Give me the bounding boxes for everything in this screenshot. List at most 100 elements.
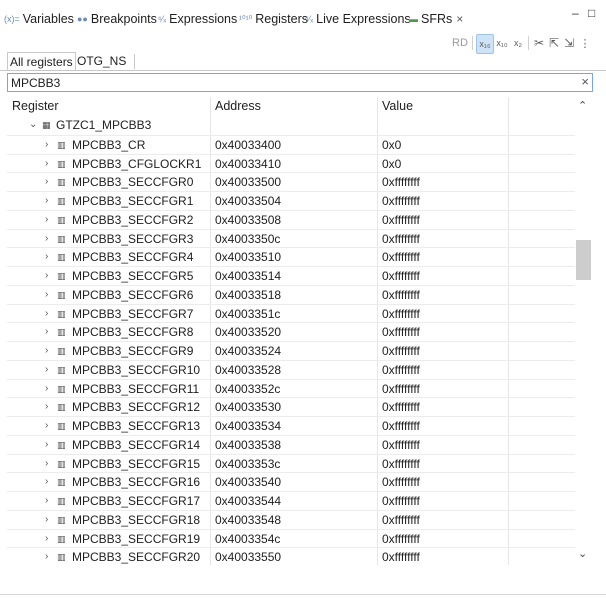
tab-expressions[interactable]: ⁶⁄ₓ Expressions bbox=[158, 11, 237, 27]
chevron-right-icon[interactable]: › bbox=[45, 473, 48, 491]
chevron-right-icon[interactable]: › bbox=[45, 267, 48, 285]
register-value[interactable]: 0xffffffff bbox=[382, 342, 420, 360]
chevron-right-icon[interactable]: › bbox=[45, 286, 48, 304]
table-row[interactable]: › ▥ MPCBB3_SECCFGR19 0x4003354c 0xffffffff bbox=[7, 529, 575, 548]
table-row[interactable]: › ▥ MPCBB3_SECCFGR6 0x40033518 0xffffffff bbox=[7, 285, 575, 304]
chevron-right-icon[interactable]: › bbox=[45, 211, 48, 229]
scroll-up-icon[interactable]: ⌃ bbox=[578, 99, 587, 112]
chevron-right-icon[interactable]: › bbox=[45, 455, 48, 473]
register-value[interactable]: 0xffffffff bbox=[382, 511, 420, 529]
table-row[interactable]: › ▥ MPCBB3_SECCFGR15 0x4003353c 0xffffffff bbox=[7, 454, 575, 473]
table-row[interactable]: › ▥ MPCBB3_SECCFGR5 0x40033514 0xffffffff bbox=[7, 266, 575, 285]
tab-sfrs[interactable]: ▬ SFRs × bbox=[409, 11, 463, 27]
chevron-right-icon[interactable]: › bbox=[45, 192, 48, 210]
chevron-down-icon[interactable]: ⌄ bbox=[29, 116, 37, 134]
read-button[interactable]: RD bbox=[450, 34, 470, 52]
view-menu-icon[interactable]: ⋮ bbox=[579, 34, 591, 52]
chevron-right-icon[interactable]: › bbox=[45, 511, 48, 529]
register-value[interactable]: 0xffffffff bbox=[382, 211, 420, 229]
register-value[interactable]: 0xffffffff bbox=[382, 380, 420, 398]
vertical-scrollbar[interactable]: ⌃ ⌄ bbox=[575, 97, 593, 565]
register-filter-input[interactable] bbox=[8, 74, 574, 91]
table-row[interactable]: › ▥ MPCBB3_SECCFGR12 0x40033530 0xffffffff bbox=[7, 397, 575, 416]
register-value[interactable]: 0xffffffff bbox=[382, 492, 420, 510]
minimize-icon[interactable]: – bbox=[572, 6, 579, 20]
chevron-right-icon[interactable]: › bbox=[45, 136, 48, 154]
register-value[interactable]: 0xffffffff bbox=[382, 473, 420, 491]
table-row[interactable]: › ▥ MPCBB3_SECCFGR2 0x40033508 0xffffffff bbox=[7, 210, 575, 229]
scroll-down-icon[interactable]: ⌄ bbox=[578, 547, 587, 560]
chevron-right-icon[interactable]: › bbox=[45, 230, 48, 248]
chevron-right-icon[interactable]: › bbox=[45, 155, 48, 173]
subtab-otg-ns[interactable]: OTG_NS bbox=[75, 52, 128, 70]
table-row[interactable]: › ▥ MPCBB3_SECCFGR0 0x40033500 0xffffffff bbox=[7, 172, 575, 191]
table-row[interactable]: › ▥ MPCBB3_SECCFGR17 0x40033544 0xffffffff bbox=[7, 491, 575, 510]
chevron-right-icon[interactable]: › bbox=[45, 305, 48, 323]
register-value[interactable]: 0xffffffff bbox=[382, 173, 420, 191]
chevron-right-icon[interactable]: › bbox=[45, 380, 48, 398]
export-icon[interactable]: ⇱ bbox=[547, 34, 561, 52]
table-row[interactable]: › ▥ MPCBB3_SECCFGR13 0x40033534 0xffffffff bbox=[7, 416, 575, 435]
column-header-register[interactable]: Register bbox=[7, 97, 210, 116]
chevron-right-icon[interactable]: › bbox=[45, 323, 48, 341]
tab-variables[interactable]: (x)= Variables bbox=[4, 11, 74, 27]
chevron-right-icon[interactable]: › bbox=[45, 548, 48, 566]
chevron-right-icon[interactable]: › bbox=[45, 361, 48, 379]
register-value[interactable]: 0xffffffff bbox=[382, 267, 420, 285]
chevron-right-icon[interactable]: › bbox=[45, 173, 48, 191]
register-value[interactable]: 0xffffffff bbox=[382, 361, 420, 379]
table-row[interactable]: › ▥ MPCBB3_CR 0x40033400 0x0 bbox=[7, 135, 575, 154]
table-row[interactable]: › ▥ MPCBB3_SECCFGR10 0x40033528 0xffffffff bbox=[7, 360, 575, 379]
table-row[interactable]: › ▥ MPCBB3_SECCFGR1 0x40033504 0xffffffff bbox=[7, 191, 575, 210]
column-header-value[interactable]: Value bbox=[377, 97, 504, 116]
tab-live-expressions[interactable]: ⁶⁄ₓ Live Expressions bbox=[305, 11, 411, 27]
register-value[interactable]: 0xffffffff bbox=[382, 248, 420, 266]
register-value[interactable]: 0xffffffff bbox=[382, 455, 420, 473]
register-value[interactable]: 0xffffffff bbox=[382, 305, 420, 323]
register-value[interactable]: 0x0 bbox=[382, 155, 401, 173]
register-value[interactable]: 0xffffffff bbox=[382, 417, 420, 435]
table-row[interactable]: › ▥ MPCBB3_SECCFGR3 0x4003350c 0xffffffff bbox=[7, 229, 575, 248]
close-tab-icon[interactable]: × bbox=[456, 12, 463, 26]
chevron-right-icon[interactable]: › bbox=[45, 398, 48, 416]
table-row[interactable]: › ▥ MPCBB3_SECCFGR8 0x40033520 0xffffffff bbox=[7, 322, 575, 341]
table-row[interactable]: › ▥ MPCBB3_SECCFGR11 0x4003352c 0xffffffff bbox=[7, 379, 575, 398]
register-value[interactable]: 0xffffffff bbox=[382, 436, 420, 454]
table-row[interactable]: › ▥ MPCBB3_SECCFGR14 0x40033538 0xffffffff bbox=[7, 435, 575, 454]
scrollbar-thumb[interactable] bbox=[576, 240, 591, 280]
table-row[interactable]: › ▥ MPCBB3_SECCFGR7 0x4003351c 0xffffffff bbox=[7, 304, 575, 323]
maximize-icon[interactable]: □ bbox=[588, 6, 595, 20]
register-value[interactable]: 0x0 bbox=[382, 136, 401, 154]
register-value[interactable]: 0xffffffff bbox=[382, 192, 420, 210]
chevron-right-icon[interactable]: › bbox=[45, 342, 48, 360]
register-name: MPCBB3_SECCFGR17 bbox=[72, 494, 201, 508]
table-row[interactable]: › ▥ MPCBB3_SECCFGR18 0x40033548 0xffffffff bbox=[7, 510, 575, 529]
register-value[interactable]: 0xffffffff bbox=[382, 230, 420, 248]
register-value[interactable]: 0xffffffff bbox=[382, 398, 420, 416]
register-value[interactable]: 0xffffffff bbox=[382, 548, 420, 566]
tab-registers[interactable]: ¹⁰¹⁰ Registers bbox=[239, 11, 308, 27]
hex-format-icon[interactable]: x₁₆ bbox=[476, 34, 494, 54]
table-row[interactable]: › ▥ MPCBB3_SECCFGR4 0x40033510 0xffffffff bbox=[7, 247, 575, 266]
column-header-address[interactable]: Address bbox=[210, 97, 377, 116]
table-row[interactable]: › ▥ MPCBB3_SECCFGR9 0x40033524 0xffffffff bbox=[7, 341, 575, 360]
register-value[interactable]: 0xffffffff bbox=[382, 286, 420, 304]
register-value[interactable]: 0xffffffff bbox=[382, 323, 420, 341]
binary-format-icon[interactable]: x₂ bbox=[510, 34, 526, 52]
chevron-right-icon[interactable]: › bbox=[45, 492, 48, 510]
tree-group-row[interactable]: ⌄ ▦ GTZC1_MPCBB3 bbox=[7, 116, 575, 135]
chevron-right-icon[interactable]: › bbox=[45, 248, 48, 266]
decimal-format-icon[interactable]: x₁₀ bbox=[494, 34, 510, 52]
chevron-right-icon[interactable]: › bbox=[45, 436, 48, 454]
table-row[interactable]: › ▥ MPCBB3_SECCFGR20 0x40033550 0xffffffff bbox=[7, 547, 575, 566]
import-icon[interactable]: ⇲ bbox=[562, 34, 576, 52]
tab-breakpoints[interactable]: ●● Breakpoints bbox=[77, 11, 157, 27]
subtab-all-registers[interactable]: All registers bbox=[7, 52, 76, 71]
table-row[interactable]: › ▥ MPCBB3_CFGLOCKR1 0x40033410 0x0 bbox=[7, 154, 575, 173]
chevron-right-icon[interactable]: › bbox=[45, 530, 48, 548]
chevron-right-icon[interactable]: › bbox=[45, 417, 48, 435]
clear-filter-icon[interactable]: × bbox=[581, 74, 589, 89]
table-row[interactable]: › ▥ MPCBB3_SECCFGR16 0x40033540 0xffffffff bbox=[7, 472, 575, 491]
scissors-icon[interactable]: ✂ bbox=[532, 34, 546, 52]
register-value[interactable]: 0xffffffff bbox=[382, 530, 420, 548]
